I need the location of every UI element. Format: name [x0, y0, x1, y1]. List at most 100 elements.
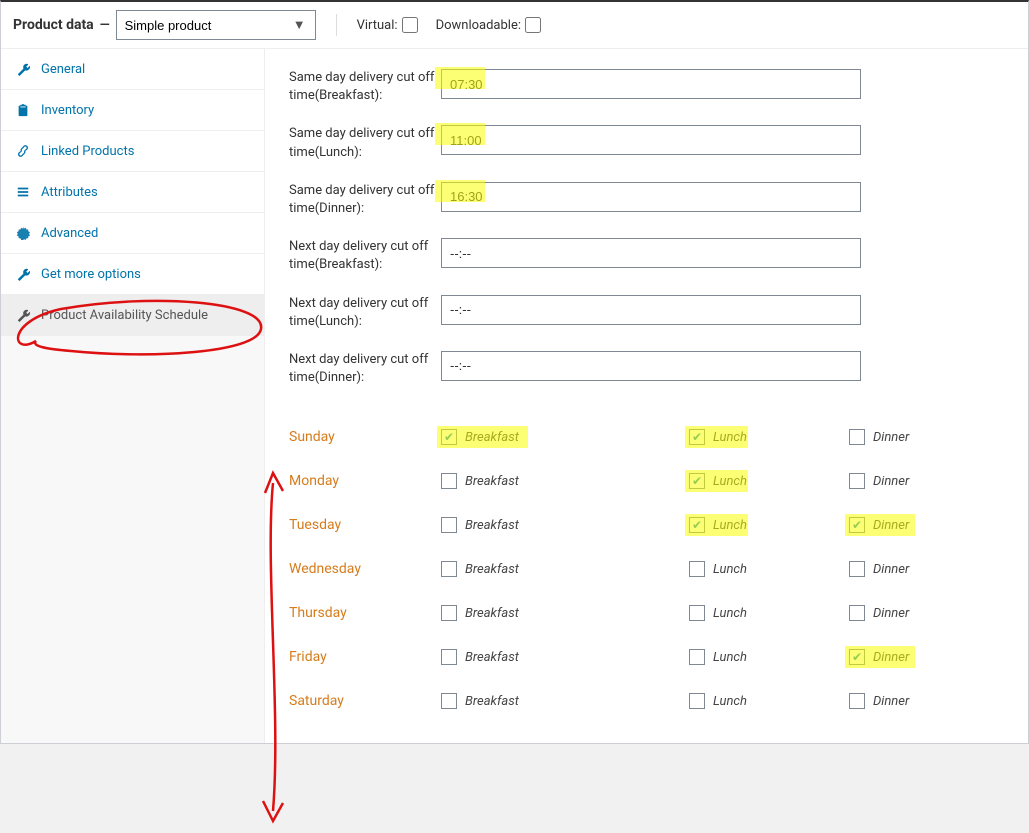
cutoff-label: Next day delivery cut off time(Dinner): — [289, 351, 441, 387]
day-label: Wednesday — [289, 561, 441, 577]
cutoff-row: Next day delivery cut off time(Lunch): — [265, 285, 1028, 341]
dinner-checkbox[interactable] — [849, 429, 865, 445]
lunch-label: Lunch — [713, 518, 747, 533]
dinner-cell: Dinner — [849, 517, 909, 533]
lunch-cell: Lunch — [689, 649, 849, 665]
lunch-checkbox[interactable] — [689, 429, 705, 445]
sidebar-item-attributes[interactable]: Attributes — [1, 172, 264, 213]
cutoff-label: Same day delivery cut off time(Lunch): — [289, 125, 441, 161]
product-type-select[interactable]: Simple product — [116, 10, 316, 40]
lunch-checkbox[interactable] — [689, 473, 705, 489]
list-icon — [15, 184, 31, 200]
breakfast-checkbox[interactable] — [441, 649, 457, 665]
sidebar-item-label: Linked Products — [41, 144, 134, 159]
dinner-checkbox[interactable] — [849, 693, 865, 709]
day-label: Saturday — [289, 693, 441, 709]
sidebar-item-schedule[interactable]: Product Availability Schedule — [1, 295, 264, 336]
breakfast-cell: Breakfast — [441, 605, 689, 621]
dinner-checkbox[interactable] — [849, 561, 865, 577]
dinner-label: Dinner — [873, 606, 909, 621]
dinner-checkbox[interactable] — [849, 605, 865, 621]
breakfast-cell: Breakfast — [441, 693, 689, 709]
cutoff-input[interactable] — [441, 295, 861, 325]
cutoff-input[interactable] — [441, 238, 861, 268]
lunch-label: Lunch — [713, 562, 747, 577]
breakfast-cell: Breakfast — [441, 517, 689, 533]
breakfast-checkbox[interactable] — [441, 605, 457, 621]
lunch-checkbox[interactable] — [689, 561, 705, 577]
cutoff-input[interactable] — [441, 182, 861, 212]
sidebar-item-linked[interactable]: Linked Products — [1, 131, 264, 172]
breakfast-checkbox[interactable] — [441, 429, 457, 445]
clipboard-icon — [15, 102, 31, 118]
day-label: Tuesday — [289, 517, 441, 533]
sidebar-item-inventory[interactable]: Inventory — [1, 90, 264, 131]
lunch-checkbox[interactable] — [689, 649, 705, 665]
sidebar: GeneralInventory Linked Products Attribute… — [1, 49, 265, 743]
lunch-checkbox[interactable] — [689, 605, 705, 621]
day-row: Wednesday Breakfast Lunch Dinner — [265, 547, 1028, 591]
downloadable-checkbox[interactable] — [525, 17, 541, 33]
dinner-label: Dinner — [873, 430, 909, 445]
dinner-label: Dinner — [873, 518, 909, 533]
day-row: MondayBreakfastLunchDinner — [265, 459, 1028, 503]
lunch-cell: Lunch — [689, 605, 849, 621]
day-row: Saturday Breakfast Lunch Dinner — [265, 679, 1028, 723]
dinner-cell: Dinner — [849, 473, 909, 489]
breakfast-label: Breakfast — [465, 562, 519, 577]
virtual-label: Virtual: — [357, 18, 398, 33]
virtual-checkbox[interactable] — [402, 17, 418, 33]
cutoff-row: Next day delivery cut off time(Dinner): — [265, 341, 1028, 397]
cutoff-label: Same day delivery cut off time(Breakfast… — [289, 69, 441, 105]
cutoff-input[interactable] — [441, 69, 861, 99]
cutoff-row: Same day delivery cut off time(Dinner): — [265, 172, 1028, 228]
cutoff-input[interactable] — [441, 125, 861, 155]
breakfast-label: Breakfast — [465, 474, 519, 489]
dinner-checkbox[interactable] — [849, 473, 865, 489]
cutoff-input[interactable] — [441, 351, 861, 381]
dinner-cell: Dinner — [849, 649, 909, 665]
breakfast-checkbox[interactable] — [441, 473, 457, 489]
breakfast-label: Breakfast — [465, 650, 519, 665]
product-data-panel: Product data — Simple product ▼ Virtual:… — [0, 0, 1029, 744]
lunch-checkbox[interactable] — [689, 693, 705, 709]
day-row: ThursdayBreakfastLunchDinner — [265, 591, 1028, 635]
lunch-label: Lunch — [713, 474, 747, 489]
breakfast-checkbox[interactable] — [441, 561, 457, 577]
lunch-cell: Lunch — [689, 693, 849, 709]
sidebar-item-label: Get more options — [41, 267, 141, 282]
lunch-checkbox[interactable] — [689, 517, 705, 533]
dinner-label: Dinner — [873, 562, 909, 577]
lunch-cell: Lunch — [689, 473, 849, 489]
cutoff-label: Same day delivery cut off time(Dinner): — [289, 182, 441, 218]
sidebar-item-label: Attributes — [41, 185, 98, 200]
wrench-icon — [15, 61, 31, 77]
lunch-label: Lunch — [713, 650, 747, 665]
dinner-cell: Dinner — [849, 429, 909, 445]
downloadable-label: Downloadable: — [436, 18, 521, 33]
sidebar-item-advanced[interactable]: Advanced — [1, 213, 264, 254]
lunch-label: Lunch — [713, 694, 747, 709]
dinner-checkbox[interactable] — [849, 649, 865, 665]
day-row: Tuesday Breakfast Lunch Dinner — [265, 503, 1028, 547]
day-label: Friday — [289, 649, 441, 665]
lunch-cell: Lunch — [689, 429, 849, 445]
breakfast-checkbox[interactable] — [441, 517, 457, 533]
link-icon — [15, 143, 31, 159]
day-row: Friday Breakfast Lunch Dinner — [265, 635, 1028, 679]
sidebar-item-getmore[interactable]: Get more options — [1, 254, 264, 295]
title-dash: — — [100, 18, 110, 33]
wrench-icon — [15, 307, 31, 323]
content-area: Same day delivery cut off time(Breakfast… — [265, 49, 1028, 743]
cutoff-label: Next day delivery cut off time(Breakfast… — [289, 238, 441, 274]
breakfast-label: Breakfast — [465, 518, 519, 533]
dinner-checkbox[interactable] — [849, 517, 865, 533]
day-row: SundayBreakfastLunchDinner — [265, 415, 1028, 459]
breakfast-checkbox[interactable] — [441, 693, 457, 709]
breakfast-label: Breakfast — [465, 694, 519, 709]
cutoff-label: Next day delivery cut off time(Lunch): — [289, 295, 441, 331]
dinner-cell: Dinner — [849, 693, 909, 709]
dinner-cell: Dinner — [849, 561, 909, 577]
sidebar-item-general[interactable]: General — [1, 49, 264, 90]
dinner-label: Dinner — [873, 694, 909, 709]
